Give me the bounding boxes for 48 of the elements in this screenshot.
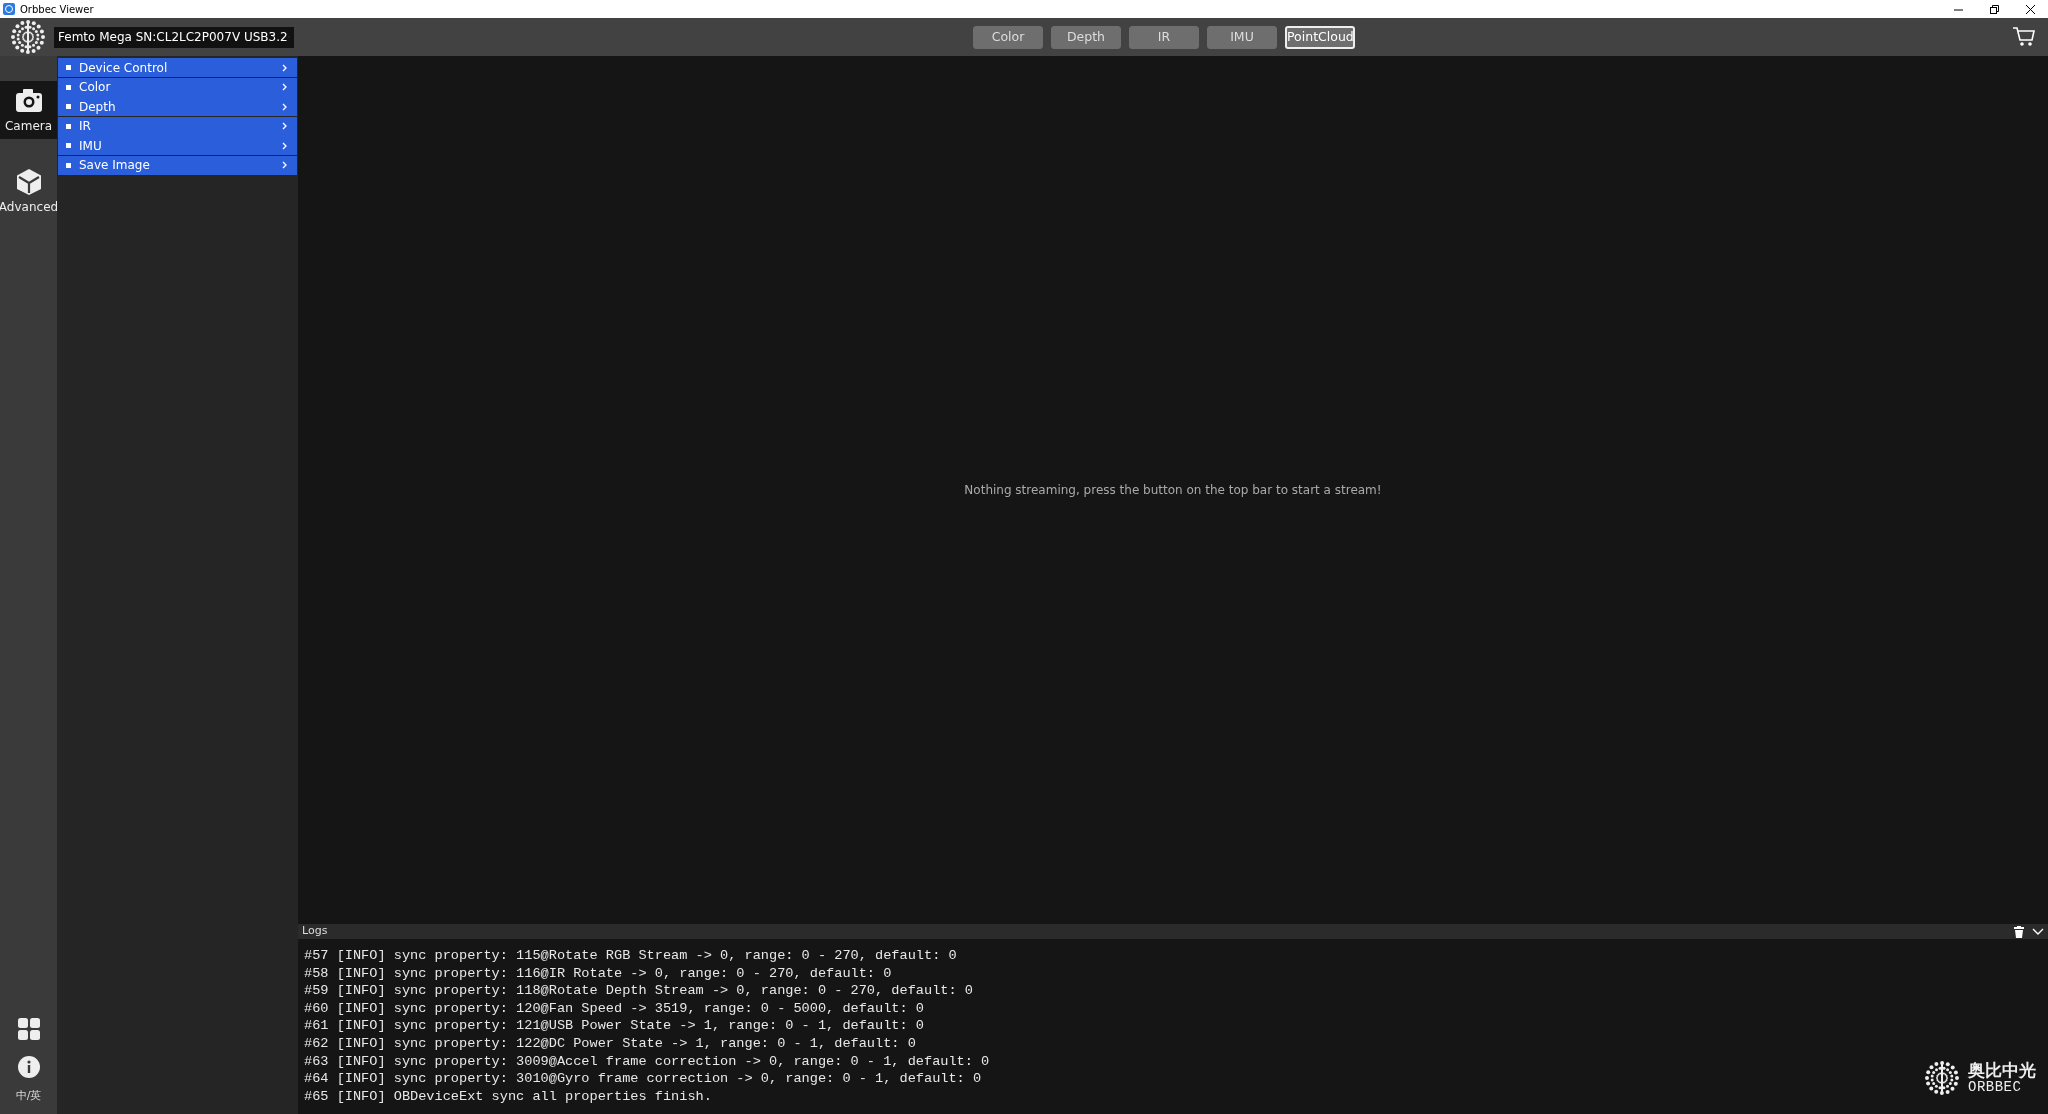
log-line: #57 [INFO] sync property: 115@Rotate RGB Stream -> 0, range: 0 - 270, default: 0 xyxy=(304,947,957,965)
chevron-right-icon xyxy=(282,141,287,150)
log-line: #59 [INFO] sync property: 118@Rotate Depth Stream -> 0, range: 0 - 270, default: 0 xyxy=(304,982,973,1000)
close-icon xyxy=(2025,4,2035,14)
sidebar-tab[interactable]: Camera xyxy=(0,81,57,139)
brand-name: ORBBEC xyxy=(1968,1079,2022,1094)
log-line: #62 [INFO] sync property: 122@DC Power State -> 1, range: 0 - 1, default: 0 xyxy=(304,1034,916,1053)
chevron-right-icon xyxy=(282,161,287,169)
panel-item[interactable]: Depth xyxy=(58,97,297,116)
stream-button[interactable]: Depth xyxy=(1051,26,1121,49)
logs-title: Logs xyxy=(302,923,328,940)
square-bullet-icon xyxy=(66,143,71,148)
log-line: #61 [INFO] sync property: 121@USB Power State -> 1, range: 0 - 1, default: 0 xyxy=(304,1017,924,1035)
panel-item[interactable]: Save Image xyxy=(58,155,297,175)
chevron-right-icon xyxy=(282,102,287,111)
square-bullet-icon xyxy=(66,84,71,90)
grid-icon[interactable] xyxy=(17,1017,40,1040)
brand-chinese-name: 奥比中光 xyxy=(1968,1062,2036,1080)
log-line: #58 [INFO] sync property: 116@IR Rotate -> 0, range: 0 - 270, default: 0 xyxy=(304,964,892,983)
chevron-right-icon xyxy=(282,63,287,72)
panel-item[interactable]: Device Control xyxy=(58,58,297,77)
trash-icon[interactable] xyxy=(2014,925,2024,938)
stream-button[interactable]: PointCloud xyxy=(1285,26,1355,49)
log-line: #63 [INFO] sync property: 3009@Accel frame correction -> 0, range: 0 - 1, default: 0 xyxy=(304,1052,990,1071)
logo-icon xyxy=(10,19,46,55)
stream-button[interactable]: IMU xyxy=(1207,26,1277,49)
language-toggle[interactable]: 中/英 xyxy=(15,1087,42,1104)
panel-item[interactable]: IMU xyxy=(58,136,297,155)
status-message: Nothing streaming, press the button on the top bar to start a stream! xyxy=(964,482,1382,499)
window-title: Orbbec Viewer xyxy=(20,2,95,17)
square-bullet-icon xyxy=(66,104,71,109)
square-bullet-icon xyxy=(66,65,71,70)
restore-icon xyxy=(1989,4,1999,14)
chevron-down-icon[interactable] xyxy=(2032,927,2044,936)
chevron-right-icon xyxy=(282,83,287,91)
log-line: #65 [INFO] OBDeviceExt sync all properties finish. xyxy=(304,1087,712,1106)
log-line: #64 [INFO] sync property: 3010@Gyro frame correction -> 0, range: 0 - 1, default: 0 xyxy=(304,1070,982,1088)
log-line: #60 [INFO] sync property: 120@Fan Speed -> 3519, range: 0 - 5000, default: 0 xyxy=(304,999,924,1018)
stream-button[interactable]: Color xyxy=(973,26,1043,49)
cart-icon[interactable] xyxy=(2012,26,2036,48)
square-bullet-icon xyxy=(66,162,71,168)
chevron-right-icon xyxy=(282,122,287,130)
info-icon[interactable] xyxy=(17,1055,40,1078)
panel-item[interactable]: IR xyxy=(58,116,297,136)
panel-item[interactable]: Color xyxy=(58,77,297,97)
device-select[interactable]: Femto Mega SN:CL2LC2P007V USB3.2 xyxy=(54,26,294,48)
stream-button[interactable]: IR xyxy=(1129,26,1199,49)
square-bullet-icon xyxy=(66,123,71,129)
